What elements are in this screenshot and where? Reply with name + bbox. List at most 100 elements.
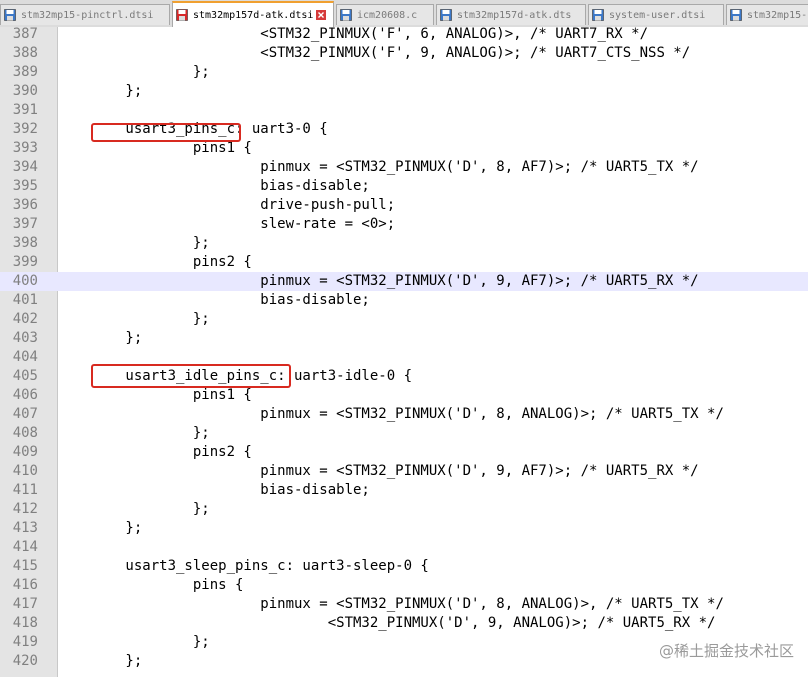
line-text: }; — [58, 425, 210, 441]
line-number: 399 — [12, 254, 38, 270]
line-text: <STM32_PINMUX('D', 9, ANALOG)>; /* UART5… — [58, 615, 716, 631]
line-text: pinmux = <STM32_PINMUX('D', 8, ANALOG)>;… — [58, 406, 724, 422]
line-number: 407 — [12, 406, 38, 422]
code-line: 387 <STM32_PINMUX('F', 6, ANALOG)>, /* U… — [0, 27, 808, 44]
line-number: 402 — [12, 311, 38, 327]
code-line: 413 }; — [0, 519, 808, 538]
line-number: 398 — [12, 235, 38, 251]
file-saved-icon — [440, 9, 452, 21]
line-text: usart3_sleep_pins_c: uart3-sleep-0 { — [58, 558, 429, 574]
line-number: 414 — [12, 539, 38, 555]
line-text: bias-disable; — [58, 292, 370, 308]
line-number: 392 — [12, 121, 38, 137]
code-line: 414 — [0, 538, 808, 557]
tab-1[interactable]: stm32mp15-pinctrl.dtsi — [0, 4, 170, 25]
code-line: 403 }; — [0, 329, 808, 348]
code-line: 410 pinmux = <STM32_PINMUX('D', 9, AF7)>… — [0, 462, 808, 481]
line-text: pinmux = <STM32_PINMUX('D', 8, ANALOG)>,… — [58, 596, 724, 612]
code-line: 417 pinmux = <STM32_PINMUX('D', 8, ANALO… — [0, 595, 808, 614]
line-number: 416 — [12, 577, 38, 593]
line-number: 403 — [12, 330, 38, 346]
line-number: 408 — [12, 425, 38, 441]
line-number: 412 — [12, 501, 38, 517]
line-text: pins1 { — [58, 387, 252, 403]
line-number: 401 — [12, 292, 38, 308]
line-number: 388 — [12, 45, 38, 61]
line-number: 418 — [12, 615, 38, 631]
file-modified-icon — [176, 9, 188, 21]
code-line: 402 }; — [0, 310, 808, 329]
line-number: 394 — [12, 159, 38, 175]
code-line: 416 pins { — [0, 576, 808, 595]
tab-label: icm20608.c — [357, 9, 418, 21]
line-number: 420 — [12, 653, 38, 669]
line-number: 395 — [12, 178, 38, 194]
line-text: slew-rate = <0>; — [58, 216, 396, 232]
line-number: 410 — [12, 463, 38, 479]
line-number: 391 — [12, 102, 38, 118]
line-text: drive-push-pull; — [58, 197, 396, 213]
code-line: 418 <STM32_PINMUX('D', 9, ANALOG)>; /* U… — [0, 614, 808, 633]
line-number: 405 — [12, 368, 38, 384]
highlight-box-usart3-pins-c — [91, 123, 241, 142]
line-number: 413 — [12, 520, 38, 536]
code-line: 390 }; — [0, 82, 808, 101]
tab-label: stm32mp15-pinctrl.dtsi — [21, 9, 154, 21]
line-number: 417 — [12, 596, 38, 612]
line-text: bias-disable; — [58, 178, 370, 194]
line-number: 404 — [12, 349, 38, 365]
line-text: }; — [58, 64, 210, 80]
tab-6[interactable]: stm32mp15- — [726, 4, 808, 25]
code-line: 411 bias-disable; — [0, 481, 808, 500]
code-line: 409 pins2 { — [0, 443, 808, 462]
line-number: 419 — [12, 634, 38, 650]
line-text: pinmux = <STM32_PINMUX('D', 8, AF7)>; /*… — [58, 159, 699, 175]
line-text: pins { — [58, 577, 244, 593]
line-number: 411 — [12, 482, 38, 498]
tab-4[interactable]: stm32mp157d-atk.dts — [436, 4, 586, 25]
code-editor[interactable]: 387 <STM32_PINMUX('F', 6, ANALOG)>, /* U… — [0, 27, 808, 677]
code-line: 391 — [0, 101, 808, 120]
code-line: 398 }; — [0, 234, 808, 253]
line-number: 396 — [12, 197, 38, 213]
close-icon[interactable] — [316, 10, 327, 20]
line-text: }; — [58, 501, 210, 517]
watermark: @稀土掘金技术社区 — [658, 642, 794, 660]
line-text: }; — [58, 520, 143, 536]
tab-3[interactable]: icm20608.c — [336, 4, 434, 25]
line-text: }; — [58, 330, 143, 346]
line-text: pins2 { — [58, 254, 252, 270]
line-number: 393 — [12, 140, 38, 156]
line-number: 390 — [12, 83, 38, 99]
code-line: 388 <STM32_PINMUX('F', 9, ANALOG)>; /* U… — [0, 44, 808, 63]
tab-label: stm32mp157d-atk.dtsi — [193, 9, 314, 21]
line-number: 387 — [12, 27, 38, 42]
line-number: 415 — [12, 558, 38, 574]
line-number: 406 — [12, 387, 38, 403]
code-line: 399 pins2 { — [0, 253, 808, 272]
line-text: pinmux = <STM32_PINMUX('D', 9, AF7)>; /*… — [58, 463, 699, 479]
code-line: 415 usart3_sleep_pins_c: uart3-sleep-0 { — [0, 557, 808, 576]
line-text: pinmux = <STM32_PINMUX('D', 9, AF7)>; /*… — [58, 273, 699, 289]
tab-label: system-user.dtsi — [609, 9, 706, 21]
code-line: 394 pinmux = <STM32_PINMUX('D', 8, AF7)>… — [0, 158, 808, 177]
line-text: }; — [58, 653, 143, 669]
tab-5[interactable]: system-user.dtsi — [588, 4, 724, 25]
code-line: 407 pinmux = <STM32_PINMUX('D', 8, ANALO… — [0, 405, 808, 424]
tab-2[interactable]: stm32mp157d-atk.dtsi — [172, 1, 334, 27]
code-line: 396 drive-push-pull; — [0, 196, 808, 215]
line-text: <STM32_PINMUX('F', 9, ANALOG)>; /* UART7… — [58, 45, 691, 61]
code-line: 389 }; — [0, 63, 808, 82]
line-text: <STM32_PINMUX('F', 6, ANALOG)>, /* UART7… — [58, 27, 649, 42]
code-line: 400 pinmux = <STM32_PINMUX('D', 9, AF7)>… — [0, 272, 808, 291]
file-saved-icon — [592, 9, 604, 21]
tab-label: stm32mp157d-atk.dts — [457, 9, 572, 21]
highlight-box-usart3-idle-pins-c — [91, 364, 291, 388]
code-line: 412 }; — [0, 500, 808, 519]
line-text: }; — [58, 83, 143, 99]
file-saved-icon — [4, 9, 16, 21]
code-line: 397 slew-rate = <0>; — [0, 215, 808, 234]
code-line: 408 }; — [0, 424, 808, 443]
line-text: }; — [58, 634, 210, 650]
line-number: 389 — [12, 64, 38, 80]
